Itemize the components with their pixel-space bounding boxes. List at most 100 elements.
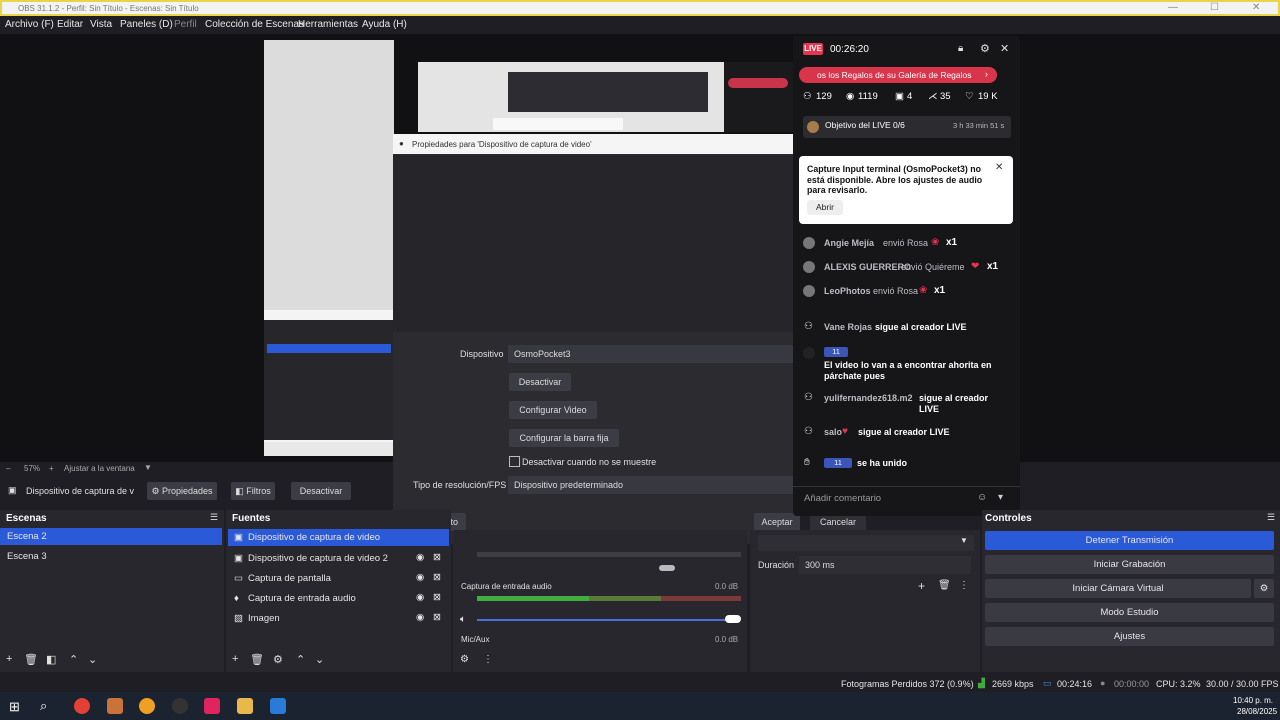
trash-icon[interactable]: 🗑︎ <box>250 653 264 666</box>
notice-open-button[interactable]: Abrir <box>807 200 843 215</box>
duration-input[interactable]: 300 ms <box>799 556 971 574</box>
filter-icon[interactable]: ◧ <box>46 653 56 666</box>
lock-icon[interactable]: ⊠ <box>433 572 441 583</box>
source-item[interactable]: ♦ Captura de entrada audio ◉ ⊠ <box>228 590 449 607</box>
dock-menu-icon[interactable]: ☰ <box>210 512 218 523</box>
maximize-icon[interactable]: ☐ <box>1210 2 1219 13</box>
chrome-profile-icon[interactable] <box>139 698 155 714</box>
move-down-icon[interactable]: ⌄ <box>315 653 324 666</box>
source-item[interactable]: ▣ Dispositivo de captura de video 2 ◉ ⊠ <box>228 550 449 567</box>
menu-perfil[interactable]: Perfil <box>174 19 197 30</box>
start-recording-button[interactable]: Iniciar Grabación <box>985 555 1274 574</box>
chat-user[interactable]: Vane Rojas <box>824 322 872 332</box>
search-icon[interactable]: ⌕ <box>40 698 47 714</box>
volume-slider-knob[interactable] <box>659 565 675 571</box>
minimize-icon[interactable]: — <box>1168 2 1178 13</box>
properties-button[interactable]: ⚙ Propiedades <box>147 482 217 500</box>
eye-icon[interactable]: ◉ <box>416 592 424 603</box>
menu-coleccion[interactable]: Colección de Escenas <box>205 19 304 30</box>
lock-icon[interactable]: 🔒︎ <box>958 43 963 54</box>
emoji-icon[interactable]: ☺ <box>977 492 987 503</box>
device-select[interactable]: OsmoPocket3 <box>508 345 794 363</box>
volume-slider[interactable] <box>477 619 737 621</box>
settings-icon[interactable]: ⚙ <box>980 42 990 55</box>
add-icon[interactable]: + <box>6 653 12 665</box>
trash-icon[interactable]: 🗑︎ <box>24 653 38 666</box>
folder-icon[interactable] <box>237 698 253 714</box>
settings-button[interactable]: Ajustes <box>985 627 1274 646</box>
chat-user[interactable]: salo <box>824 427 842 437</box>
chat-user[interactable]: Angie Mejía <box>824 238 874 248</box>
eye-icon[interactable]: ◉ <box>416 552 424 563</box>
studio-mode-button[interactable]: Modo Estudio <box>985 603 1274 622</box>
chevron-down-icon[interactable]: ▼ <box>144 463 152 472</box>
menu-vista[interactable]: Vista <box>90 19 112 30</box>
config-video-button[interactable]: Configurar Video <box>509 401 597 419</box>
menu-archivo[interactable]: Archivo (F) <box>5 19 54 30</box>
source-item[interactable]: ▨ Imagen ◉ ⊠ <box>228 610 449 627</box>
device-deactivate-button[interactable]: Desactivar <box>509 373 571 391</box>
source-item[interactable]: ▣ Dispositivo de captura de video <box>228 529 449 546</box>
eye-icon[interactable]: ◉ <box>416 612 424 623</box>
chat-user[interactable]: yulifernandez618.m2 <box>824 393 913 403</box>
add-icon[interactable]: + <box>232 653 238 665</box>
chat-user[interactable]: LeoPhotos <box>824 286 871 296</box>
eye-icon[interactable]: ◉ <box>416 572 424 583</box>
chat-text: envió Quiéreme <box>901 262 965 272</box>
windows-start-icon[interactable]: ⊞ <box>9 699 20 715</box>
lock-icon[interactable]: ⊠ <box>433 612 441 623</box>
scene-item[interactable]: Escena 2 <box>0 528 222 545</box>
more-icon[interactable]: ⋮ <box>959 580 969 591</box>
deactivate-hidden-checkbox[interactable] <box>509 456 520 467</box>
objective-icon <box>807 121 819 136</box>
source-item[interactable]: ▭ Captura de pantalla ◉ ⊠ <box>228 570 449 587</box>
speaker-icon[interactable]: 🔈︎ <box>460 614 466 625</box>
menu-editar[interactable]: Editar <box>57 19 83 30</box>
move-up-icon[interactable]: ⌃ <box>69 653 78 666</box>
menu-ayuda[interactable]: Ayuda (H) <box>362 19 407 30</box>
resolution-select[interactable]: Dispositivo predeterminado <box>508 476 794 494</box>
app-icon[interactable] <box>107 698 123 714</box>
scene-item[interactable]: Escena 3 <box>0 548 222 565</box>
lock-icon[interactable]: ⊠ <box>433 592 441 603</box>
start-virtual-camera-button[interactable]: Iniciar Cámara Virtual <box>985 579 1251 598</box>
gear-icon[interactable]: ⚙ <box>273 653 283 666</box>
obs-icon[interactable] <box>172 698 188 714</box>
chrome-icon[interactable] <box>74 698 90 714</box>
chat-user[interactable]: ALEXIS GUERRERO <box>824 262 911 272</box>
close-live-icon[interactable]: ✕ <box>1000 42 1009 55</box>
filters-button[interactable]: ◧ Filtros <box>231 482 275 500</box>
chat-text: El video lo van a a encontrar ahorita en… <box>824 360 992 381</box>
move-down-icon[interactable]: ⌄ <box>88 653 97 666</box>
menu-paneles[interactable]: Paneles (D) <box>120 19 173 30</box>
gear-icon[interactable]: ⚙ <box>460 654 469 665</box>
trash-icon[interactable]: 🗑︎ <box>938 580 951 591</box>
menu-herramientas[interactable]: Herramientas <box>298 19 358 30</box>
dock-menu-icon[interactable]: ☰ <box>1267 512 1275 523</box>
device-label: Dispositivo <box>460 349 504 359</box>
volume-slider-knob[interactable] <box>725 615 741 623</box>
close-icon[interactable]: ✕ <box>1252 2 1260 13</box>
move-up-icon[interactable]: ⌃ <box>296 653 305 666</box>
config-bar-button[interactable]: Configurar la barra fija <box>509 429 619 447</box>
zoom-in-icon[interactable]: + <box>49 464 54 473</box>
accept-button[interactable]: Aceptar <box>754 513 800 531</box>
lock-icon[interactable]: ⊠ <box>433 552 441 563</box>
fit-window-label[interactable]: Ajustar a la ventana <box>64 464 135 473</box>
audio-notice: Capture Input terminal (OsmoPocket3) no … <box>799 156 1013 224</box>
add-icon[interactable]: + <box>918 579 925 593</box>
source-label: Captura de pantalla <box>248 573 331 584</box>
comment-input[interactable]: Añadir comentario <box>804 493 881 504</box>
more-icon[interactable]: ⋮ <box>483 654 493 665</box>
virtual-camera-settings-icon[interactable]: ⚙ <box>1254 579 1274 598</box>
zoom-out-icon[interactable]: – <box>6 464 10 473</box>
deactivate-button[interactable]: Desactivar <box>291 482 351 500</box>
notice-close-icon[interactable]: ✕ <box>995 162 1003 173</box>
gift-gallery-banner[interactable]: os los Regalos de su Galería de Regalos … <box>799 67 997 83</box>
transition-select[interactable] <box>758 535 974 551</box>
objective-bar[interactable]: Objetivo del LIVE 0/6 3 h 33 min 51 s <box>803 116 1011 138</box>
send-icon[interactable]: ▾ <box>998 492 1003 503</box>
tiktok-icon[interactable] <box>204 698 220 714</box>
stop-stream-button[interactable]: Detener Transmisión <box>985 531 1274 550</box>
app-blue-icon[interactable] <box>270 698 286 714</box>
